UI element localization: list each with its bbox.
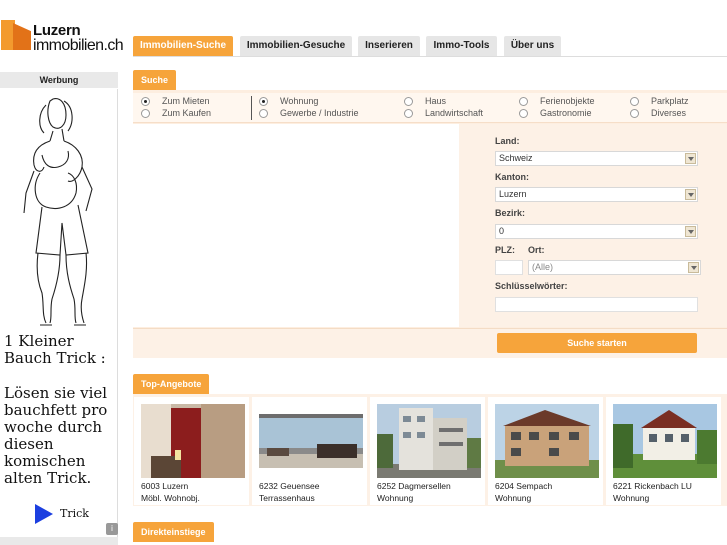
offer-location: 6252 Dagmersellen xyxy=(377,481,451,491)
tab-immo-tools[interactable]: Immo-Tools xyxy=(426,36,497,56)
offer-card[interactable]: 6232 Geuensee Terrassenhaus xyxy=(252,397,367,505)
offer-type: Wohnung xyxy=(613,493,650,503)
kanton-select[interactable]: Luzern xyxy=(495,187,698,202)
nav-divider xyxy=(133,56,727,57)
radio-unchecked-icon[interactable] xyxy=(141,109,150,118)
advertisement[interactable]: 1 Kleiner Bauch Trick : Lösen sie viel b… xyxy=(0,89,118,537)
offer-photo-icon[interactable] xyxy=(495,404,599,478)
keywords-label: Schlüsselwörter: xyxy=(495,281,568,291)
logo-mark-icon xyxy=(1,20,15,50)
ort-label: Ort: xyxy=(528,245,545,255)
chevron-down-icon[interactable] xyxy=(685,189,696,200)
offer-type: Wohnung xyxy=(377,493,414,503)
search-submit-button[interactable]: Suche starten xyxy=(497,333,697,353)
bezirk-label: Bezirk: xyxy=(495,208,526,218)
radio-checked-icon[interactable] xyxy=(141,97,150,106)
offer-location: 6003 Luzern xyxy=(141,481,189,491)
offer-photo-icon[interactable] xyxy=(259,404,363,478)
map-area[interactable] xyxy=(133,124,459,327)
chevron-down-icon[interactable] xyxy=(688,262,699,273)
offer-card[interactable]: 6252 Dagmersellen Wohnung xyxy=(370,397,485,505)
bezirk-select[interactable]: 0 xyxy=(495,224,698,239)
radio-unchecked-icon[interactable] xyxy=(630,97,639,106)
radio-unchecked-icon[interactable] xyxy=(404,97,413,106)
plz-input[interactable] xyxy=(495,260,523,275)
offer-card[interactable]: 6221 Rickenbach LU Wohnung xyxy=(606,397,721,505)
offer-card[interactable]: 6003 Luzern Möbl. Wohnobj. xyxy=(134,397,249,505)
tab-inserieren[interactable]: Inserieren xyxy=(358,36,420,56)
offer-card[interactable]: 6204 Sempach Wohnung xyxy=(488,397,603,505)
offer-photo-icon[interactable] xyxy=(613,404,717,478)
search-section-tab: Suche xyxy=(133,70,177,90)
ad-body: Lösen sie viel bauchfett pro woche durch… xyxy=(4,384,108,487)
offer-photo-icon[interactable] xyxy=(141,404,245,478)
land-select[interactable]: Schweiz xyxy=(495,151,698,166)
keywords-input[interactable] xyxy=(495,297,698,312)
ad-info-icon[interactable]: i xyxy=(106,523,118,535)
offer-location: 6204 Sempach xyxy=(495,481,553,491)
radio-unchecked-icon[interactable] xyxy=(259,109,268,118)
ad-illustration-icon xyxy=(23,98,93,326)
tab-immobilien-gesuche[interactable]: Immobilien-Gesuche xyxy=(240,36,352,56)
offer-type: Wohnung xyxy=(495,493,532,503)
radio-checked-icon[interactable] xyxy=(259,97,268,106)
chevron-down-icon[interactable] xyxy=(685,153,696,164)
ad-header: Werbung xyxy=(0,72,118,88)
offer-type: Möbl. Wohnobj. xyxy=(141,493,200,503)
tab-immobilien-suche[interactable]: Immobilien-Suche xyxy=(133,36,233,56)
chevron-down-icon[interactable] xyxy=(685,226,696,237)
site-logo[interactable]: Luzern immobilien.ch xyxy=(0,0,124,70)
radio-unchecked-icon[interactable] xyxy=(630,109,639,118)
ad-arrow-icon[interactable] xyxy=(35,504,53,524)
logo-mark-accent-icon xyxy=(13,23,31,50)
offer-type: Terrassenhaus xyxy=(259,493,315,503)
ad-cta-link[interactable]: Trick xyxy=(60,507,89,520)
offer-photo-icon[interactable] xyxy=(377,404,481,478)
tab-ueber-uns[interactable]: Über uns xyxy=(504,36,561,56)
radio-group-divider xyxy=(251,96,252,120)
ort-select[interactable]: (Alle) xyxy=(528,260,701,275)
ad-headline: 1 Kleiner Bauch Trick : xyxy=(4,332,106,367)
offer-location: 6221 Rickenbach LU xyxy=(613,481,692,491)
plz-label: PLZ: xyxy=(495,245,515,255)
ad-footer xyxy=(0,537,118,545)
kanton-label: Kanton: xyxy=(495,172,529,182)
offers-section-tab: Top-Angebote xyxy=(133,374,210,394)
direct-section-tab: Direkteinstiege xyxy=(133,522,214,542)
logo-text-line2: immobilien.ch xyxy=(33,37,124,54)
offer-location: 6232 Geuensee xyxy=(259,481,320,491)
radio-unchecked-icon[interactable] xyxy=(519,109,528,118)
radio-unchecked-icon[interactable] xyxy=(519,97,528,106)
land-label: Land: xyxy=(495,136,520,146)
radio-unchecked-icon[interactable] xyxy=(404,109,413,118)
